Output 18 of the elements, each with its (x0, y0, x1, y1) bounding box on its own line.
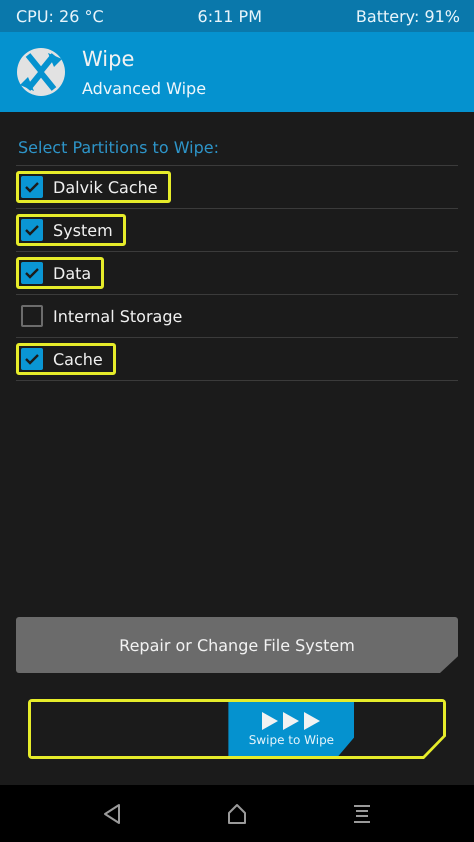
check-icon (24, 180, 40, 194)
check-icon (24, 352, 40, 366)
home-icon (226, 802, 248, 824)
highlighted-checkbox-item[interactable]: System (16, 214, 126, 246)
repair-button[interactable]: Repair or Change File System (16, 617, 458, 673)
cpu-temperature: CPU: 26 °C (16, 6, 104, 26)
highlighted-checkbox-item[interactable]: Dalvik Cache (16, 171, 171, 203)
highlighted-checkbox-item[interactable]: Cache (16, 343, 116, 375)
check-icon (24, 223, 40, 237)
section-title: Select Partitions to Wipe: (16, 138, 458, 166)
checkbox-item[interactable]: Internal Storage (16, 300, 196, 332)
battery-level: Battery: 91% (356, 6, 460, 26)
screen-subtitle: Advanced Wipe (82, 78, 206, 98)
highlighted-checkbox-item[interactable]: Data (16, 257, 104, 289)
screen-title: Wipe (82, 46, 136, 70)
logo-icon (16, 47, 66, 97)
clock: 6:11 PM (198, 6, 262, 26)
check-icon (24, 266, 40, 280)
